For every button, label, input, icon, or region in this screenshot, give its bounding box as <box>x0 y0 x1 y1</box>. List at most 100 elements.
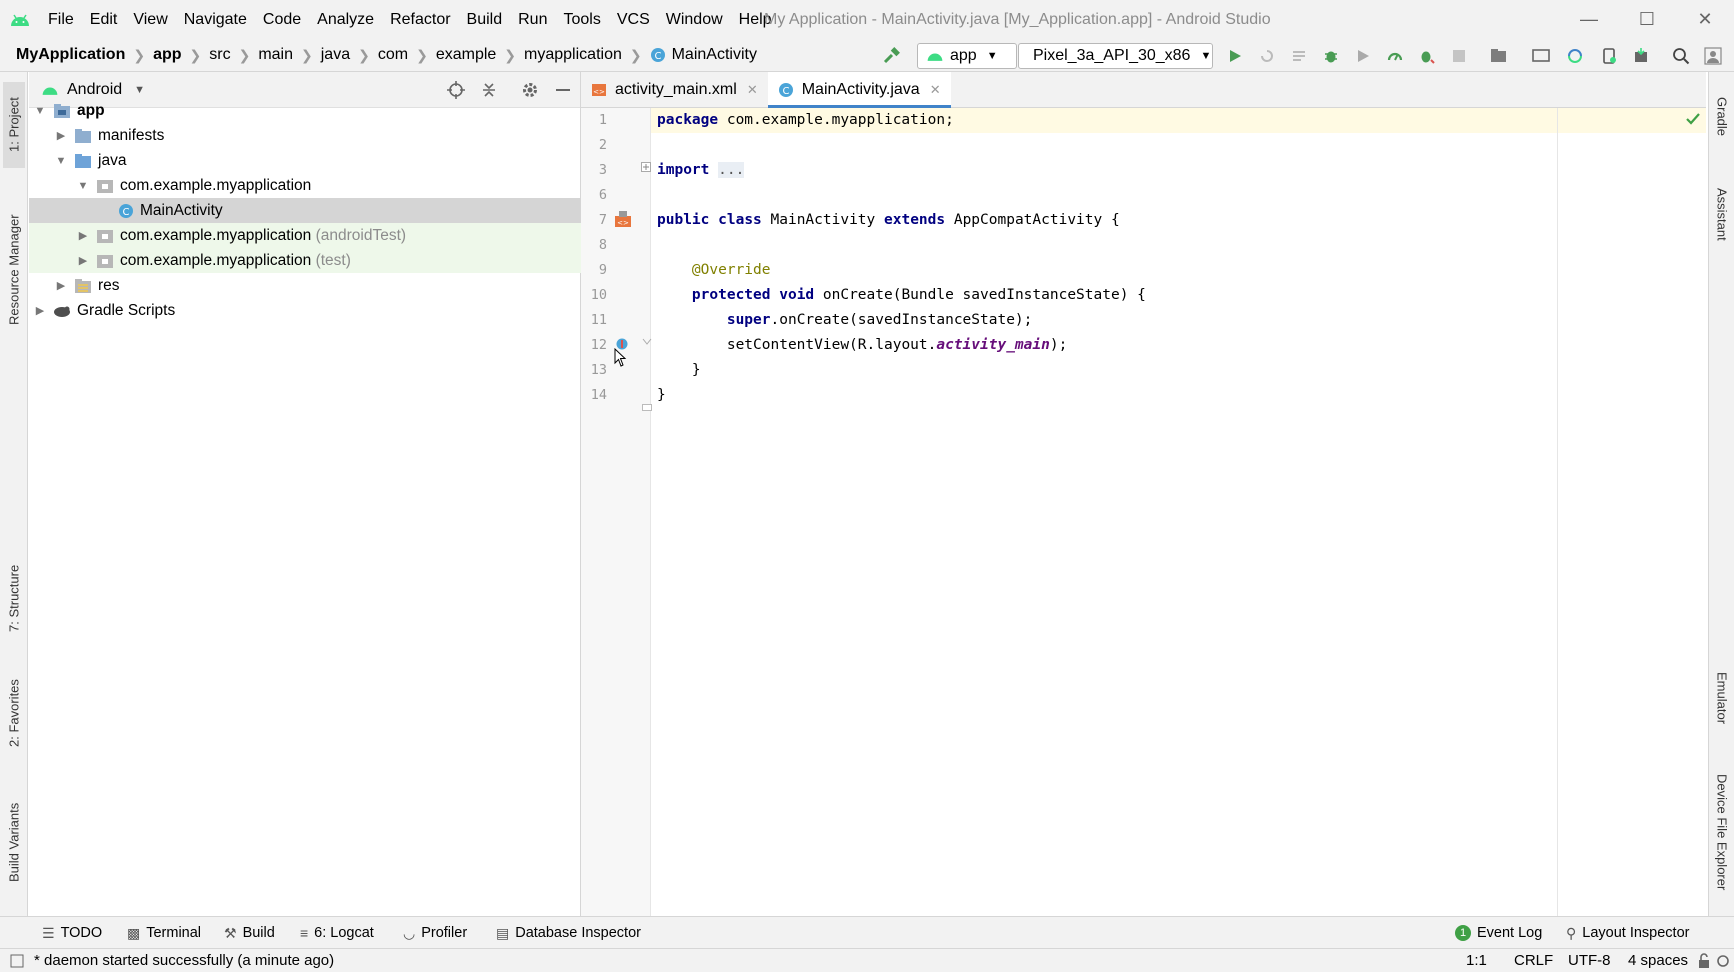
terminal-tool-tab[interactable]: ▩ Terminal <box>127 917 201 949</box>
tree-item-java[interactable]: ▼ java <box>29 148 581 173</box>
event-log-tool-tab[interactable]: 1 Event Log <box>1455 917 1542 949</box>
chevron-right-icon[interactable]: ▶ <box>76 229 90 243</box>
settings-gear-icon[interactable] <box>521 81 539 99</box>
hide-panel-icon[interactable] <box>554 81 572 99</box>
menu-code[interactable]: Code <box>255 0 309 39</box>
menu-file[interactable]: File <box>40 0 82 39</box>
breadcrumb-project[interactable]: MyApplication ❯ <box>0 46 145 64</box>
chevron-right-icon[interactable]: ▶ <box>76 254 90 268</box>
chevron-right-icon[interactable]: ▶ <box>54 129 68 143</box>
todo-tool-tab[interactable]: ☰ TODO <box>42 917 102 949</box>
chevron-down-icon[interactable]: ▼ <box>33 104 47 118</box>
logcat-tool-tab[interactable]: ≡ 6: Logcat <box>300 917 374 949</box>
tree-item-package-androidtest[interactable]: ▶ com.example.myapplication (androidTest… <box>29 223 581 248</box>
project-tool-tab[interactable]: 1: Project <box>3 82 25 168</box>
memory-indicator-icon[interactable] <box>1716 953 1730 972</box>
tree-item-package-main[interactable]: ▼ com.example.myapplication <box>29 173 581 198</box>
database-inspector-tool-tab[interactable]: ▤ Database Inspector <box>496 917 641 949</box>
apply-code-changes-icon[interactable] <box>1290 47 1308 65</box>
attach-debugger-icon[interactable] <box>1418 47 1436 65</box>
sync-gradle-icon[interactable] <box>1566 47 1584 65</box>
debug-icon[interactable] <box>1322 47 1340 65</box>
code-area[interactable]: package com.example.myapplication; impor… <box>657 108 1657 916</box>
tree-item-package-test[interactable]: ▶ com.example.myapplication (test) <box>29 248 581 273</box>
breadcrumb-myapplication[interactable]: myapplication ❯ <box>516 46 642 64</box>
tab-activity-main-xml[interactable]: <> activity_main.xml ✕ <box>581 72 768 107</box>
menu-window[interactable]: Window <box>658 0 731 39</box>
tree-item-manifests[interactable]: ▶ manifests <box>29 123 581 148</box>
minimize-icon[interactable]: — <box>1560 0 1618 39</box>
menu-build[interactable]: Build <box>459 0 511 39</box>
tree-item-app[interactable]: ▼ app <box>29 98 581 123</box>
tree-item-gradle-scripts[interactable]: ▶ Gradle Scripts <box>29 298 581 323</box>
sdk-manager-icon[interactable] <box>1632 47 1650 65</box>
menu-edit[interactable]: Edit <box>82 0 126 39</box>
menu-view[interactable]: View <box>125 0 175 39</box>
avd-manager-icon[interactable] <box>1532 47 1550 65</box>
account-icon[interactable] <box>1704 47 1722 65</box>
breadcrumb-main[interactable]: main ❯ <box>250 46 312 64</box>
lock-icon[interactable] <box>1697 953 1711 972</box>
tab-mainactivity-java[interactable]: C MainActivity.java ✕ <box>767 72 951 108</box>
device-manager-icon[interactable] <box>1600 47 1618 65</box>
breadcrumb-java[interactable]: java ❯ <box>313 46 370 64</box>
run-config-select[interactable]: app ▼ <box>917 43 1017 69</box>
menu-run[interactable]: Run <box>510 0 555 39</box>
folded-imports[interactable]: ... <box>718 162 745 178</box>
chevron-down-icon[interactable]: ▼ <box>54 154 68 168</box>
tree-item-mainactivity[interactable]: C MainActivity <box>29 198 581 223</box>
chevron-right-icon[interactable]: ▶ <box>33 304 47 318</box>
chevron-right-icon[interactable]: ▶ <box>54 279 68 293</box>
fold-marker-icon[interactable] <box>641 159 651 177</box>
device-file-explorer-tool-tab[interactable]: Device File Explorer <box>1711 762 1733 902</box>
breadcrumb-com[interactable]: com ❯ <box>370 46 428 64</box>
file-encoding[interactable]: UTF-8 <box>1568 949 1611 972</box>
related-layout-icon[interactable]: <> <box>614 210 632 233</box>
favorites-tool-tab[interactable]: 2: Favorites <box>3 662 25 764</box>
assistant-tool-tab[interactable]: Assistant <box>1711 168 1733 260</box>
caret-position[interactable]: 1:1 <box>1466 949 1487 972</box>
profile-icon[interactable] <box>1386 47 1404 65</box>
gradle-tool-tab[interactable]: Gradle <box>1711 82 1733 152</box>
breadcrumb-mainactivity[interactable]: C MainActivity <box>642 46 757 64</box>
tree-item-res[interactable]: ▶ res <box>29 273 581 298</box>
make-project-hammer-icon[interactable] <box>882 47 900 65</box>
chevron-down-icon[interactable]: ▼ <box>76 179 90 193</box>
build-tool-tab[interactable]: ⚒ Build <box>224 917 275 949</box>
project-structure-icon[interactable] <box>1490 47 1508 65</box>
breadcrumb-app[interactable]: app ❯ <box>145 46 201 64</box>
stop-icon[interactable] <box>1450 47 1468 65</box>
search-icon[interactable] <box>1672 47 1690 65</box>
menu-refactor[interactable]: Refactor <box>382 0 458 39</box>
menu-tools[interactable]: Tools <box>555 0 608 39</box>
emulator-tool-tab[interactable]: Emulator <box>1711 656 1733 740</box>
close-tab-icon[interactable]: ✕ <box>747 82 758 98</box>
fold-marker-icon[interactable] <box>642 334 652 352</box>
build-variants-tool-tab[interactable]: Build Variants <box>3 792 25 892</box>
locate-target-icon[interactable] <box>447 81 465 99</box>
fold-marker-icon[interactable] <box>642 399 652 417</box>
close-tab-icon[interactable]: ✕ <box>930 82 941 98</box>
breadcrumb-example[interactable]: example ❯ <box>428 46 516 64</box>
layout-inspector-tool-tab[interactable]: ⚲ Layout Inspector <box>1566 917 1689 949</box>
menu-vcs[interactable]: VCS <box>609 0 658 39</box>
no-problems-check-icon[interactable] <box>1685 112 1701 131</box>
collapse-all-icon[interactable] <box>480 81 498 99</box>
toggle-tool-windows-icon[interactable] <box>10 954 24 972</box>
resource-manager-tool-tab[interactable]: Resource Manager <box>3 190 25 350</box>
breadcrumb-src[interactable]: src ❯ <box>201 46 250 64</box>
run-with-coverage-icon[interactable] <box>1354 47 1372 65</box>
line-separator[interactable]: CRLF <box>1514 949 1553 972</box>
close-window-icon[interactable]: ✕ <box>1676 0 1734 39</box>
maximize-icon[interactable]: ☐ <box>1618 0 1676 39</box>
run-icon[interactable] <box>1226 47 1244 65</box>
structure-tool-tab[interactable]: 7: Structure <box>3 550 25 646</box>
profiler-tool-tab[interactable]: ◡ Profiler <box>403 917 467 949</box>
device-select[interactable]: Pixel_3a_API_30_x86 ▼ <box>1018 43 1213 69</box>
status-message[interactable]: * daemon started successfully (a minute … <box>34 949 334 972</box>
editor-gutter[interactable]: 1 2 3 6 7 8 9 10 11 12 13 14 <> <box>581 108 652 916</box>
menu-navigate[interactable]: Navigate <box>176 0 255 39</box>
apply-changes-icon[interactable] <box>1258 47 1276 65</box>
indent-setting[interactable]: 4 spaces <box>1628 949 1688 972</box>
menu-analyze[interactable]: Analyze <box>309 0 382 39</box>
